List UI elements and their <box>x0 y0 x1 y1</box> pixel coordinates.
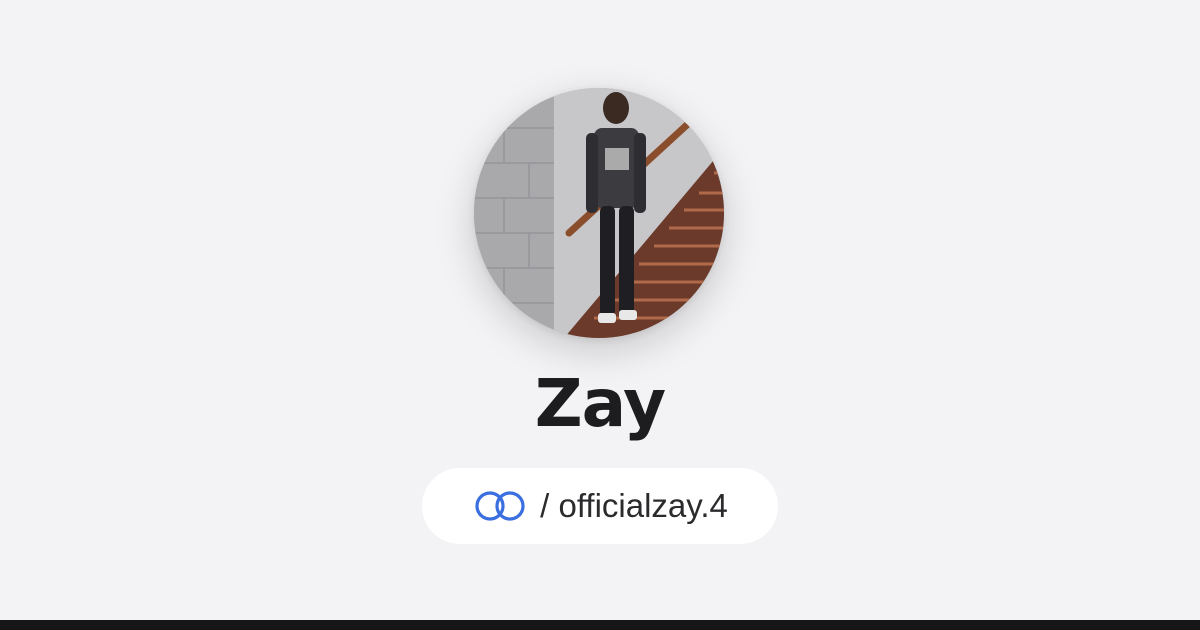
display-name: Zay <box>534 365 666 442</box>
linked-rings-icon <box>472 489 528 523</box>
handle-text: / officialzay.4 <box>540 487 728 524</box>
avatar-photo <box>474 88 724 338</box>
handle-pill[interactable]: / officialzay.4 <box>422 468 778 544</box>
avatar[interactable] <box>474 88 724 338</box>
bottom-bar <box>0 620 1200 630</box>
profile-card: Zay / officialzay.4 <box>0 0 1200 620</box>
